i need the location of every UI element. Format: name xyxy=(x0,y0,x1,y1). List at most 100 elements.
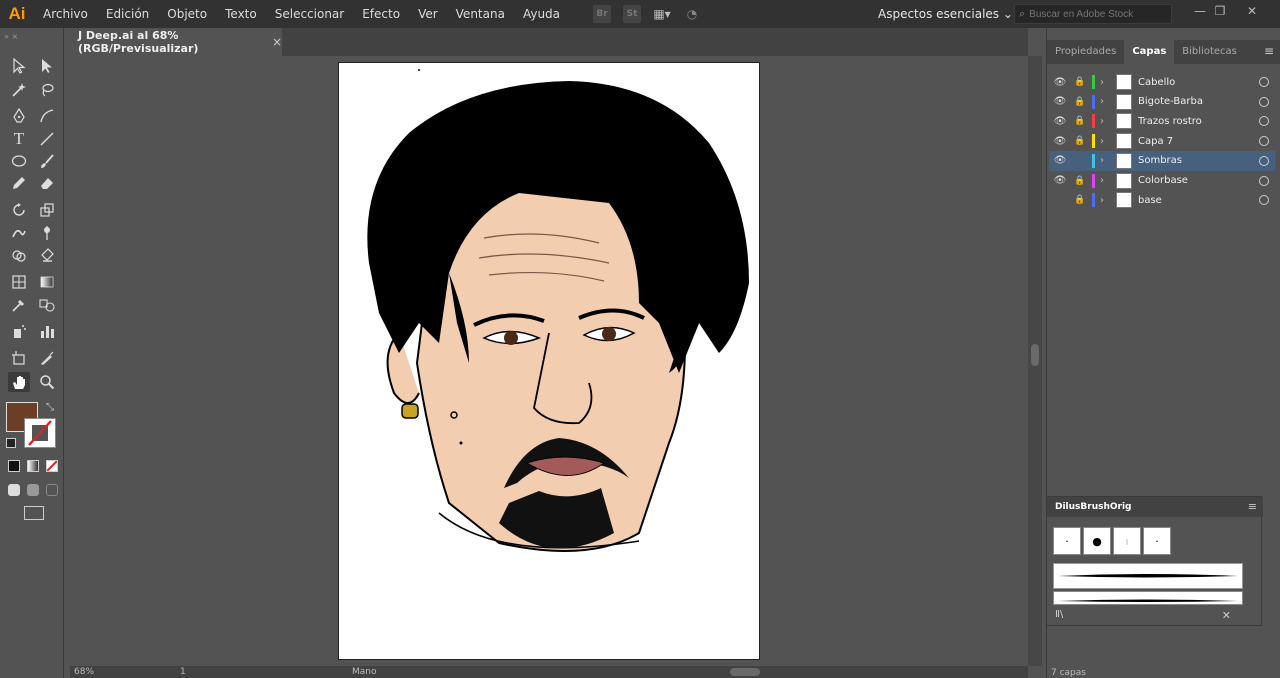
chevron-right-icon[interactable]: › xyxy=(1100,116,1112,127)
chevron-right-icon[interactable]: › xyxy=(1100,96,1112,107)
lock-icon[interactable]: 🔒 xyxy=(1071,97,1089,107)
tab-bibliotecas[interactable]: Bibliotecas xyxy=(1174,40,1245,64)
eraser-tool-icon[interactable] xyxy=(36,173,58,193)
layer-row[interactable]: 👁 🔒 › Colorbase xyxy=(1049,171,1275,191)
layer-row[interactable]: 👁 🔒 › Trazos rostro xyxy=(1049,111,1275,131)
screen-mode-icon[interactable] xyxy=(24,506,44,520)
tab-propiedades[interactable]: Propiedades xyxy=(1047,40,1124,64)
menu-seleccionar[interactable]: Seleccionar xyxy=(266,0,353,28)
live-paint-bucket-icon[interactable] xyxy=(36,246,58,266)
symbol-sprayer-tool-icon[interactable] xyxy=(8,321,30,341)
visibility-icon[interactable]: 👁 xyxy=(1049,77,1071,88)
visibility-icon[interactable]: 👁 xyxy=(1049,116,1071,127)
line-tool-icon[interactable] xyxy=(36,129,58,149)
type-tool-icon[interactable]: T xyxy=(8,129,30,149)
lock-icon[interactable]: 🔒 xyxy=(1071,116,1089,126)
shape-builder-tool-icon[interactable] xyxy=(8,246,30,266)
layer-row[interactable]: 👁 🔒 › Cabello xyxy=(1049,72,1275,92)
artboard-tool-icon[interactable] xyxy=(8,348,30,368)
paintbrush-tool-icon[interactable] xyxy=(36,151,58,171)
scrollbar-thumb[interactable] xyxy=(1031,344,1039,366)
direct-selection-tool-icon[interactable] xyxy=(36,56,58,76)
draw-inside-icon[interactable] xyxy=(46,484,58,496)
visibility-icon[interactable]: 👁 xyxy=(1049,136,1071,147)
lasso-tool-icon[interactable] xyxy=(36,80,58,100)
close-tab-icon[interactable]: × xyxy=(272,35,282,49)
brush-dot-tiny[interactable]: · xyxy=(1143,527,1171,555)
menu-objeto[interactable]: Objeto xyxy=(158,0,216,28)
menu-ver[interactable]: Ver xyxy=(409,0,447,28)
layer-row[interactable]: 👁 🔒 › Bigote-Barba xyxy=(1049,92,1275,112)
lock-icon[interactable]: 🔒 xyxy=(1071,195,1089,205)
bridge-icon[interactable]: Br xyxy=(593,5,612,23)
hand-tool-icon[interactable] xyxy=(8,372,30,392)
layer-name[interactable]: Sombras xyxy=(1138,155,1259,166)
panel-menu-icon[interactable]: ≡ xyxy=(1248,500,1257,513)
draw-behind-icon[interactable] xyxy=(27,484,39,496)
artboard[interactable] xyxy=(338,62,760,660)
blend-tool-icon[interactable] xyxy=(36,295,58,315)
menu-archivo[interactable]: Archivo xyxy=(34,0,97,28)
eyedropper-tool-icon[interactable] xyxy=(8,295,30,315)
artboard-number[interactable]: 1 xyxy=(180,666,186,678)
horizontal-scrollbar-thumb[interactable] xyxy=(730,668,760,676)
gradient-mode-icon[interactable] xyxy=(27,460,39,472)
visibility-icon[interactable]: 👁 xyxy=(1049,96,1071,107)
layer-name[interactable]: Bigote-Barba xyxy=(1138,96,1259,107)
document-tab[interactable]: J Deep.ai al 68% (RGB/Previsualizar) × xyxy=(70,28,282,56)
layer-row[interactable]: 🔒 › base xyxy=(1049,190,1275,210)
swap-colors-icon[interactable]: ⤡ xyxy=(46,402,54,413)
ellipse-tool-icon[interactable] xyxy=(8,151,30,171)
visibility-icon[interactable]: 👁 xyxy=(1049,175,1071,186)
brush-stroke[interactable] xyxy=(1053,591,1243,605)
chevron-right-icon[interactable]: › xyxy=(1100,136,1112,147)
puppet-warp-tool-icon[interactable] xyxy=(36,223,58,243)
scale-tool-icon[interactable] xyxy=(36,200,58,220)
chevron-right-icon[interactable]: › xyxy=(1100,195,1112,206)
zoom-level[interactable]: 68% xyxy=(74,666,94,678)
target-icon[interactable] xyxy=(1259,96,1269,107)
brush-dot-large[interactable]: ● xyxy=(1083,527,1111,555)
zoom-tool-icon[interactable] xyxy=(36,372,58,392)
panel-menu-icon[interactable]: ≡ xyxy=(1264,44,1274,58)
panel-grip-icon[interactable]: » × xyxy=(4,32,60,41)
vertical-scrollbar[interactable] xyxy=(1028,56,1042,666)
color-mode-icon[interactable] xyxy=(8,460,20,472)
target-icon[interactable] xyxy=(1259,195,1269,206)
gradient-tool-icon[interactable] xyxy=(36,272,58,292)
draw-normal-icon[interactable] xyxy=(8,484,20,496)
search-input[interactable] xyxy=(1029,8,1166,20)
layer-name[interactable]: base xyxy=(1138,195,1259,206)
lock-icon[interactable]: 🔒 xyxy=(1071,77,1089,87)
brush-dot-faint[interactable]: ı xyxy=(1113,527,1141,555)
delete-brush-icon[interactable]: ✕ xyxy=(1222,609,1231,622)
menu-edicion[interactable]: Edición xyxy=(97,0,158,28)
gpu-performance-icon[interactable]: ◔ xyxy=(683,5,701,23)
pencil-tool-icon[interactable] xyxy=(8,173,30,193)
brush-stroke-selected[interactable] xyxy=(1053,563,1243,589)
column-graph-tool-icon[interactable] xyxy=(36,321,58,341)
default-colors-icon[interactable] xyxy=(6,438,16,448)
stroke-color-swatch[interactable] xyxy=(24,418,56,448)
target-icon[interactable] xyxy=(1259,77,1269,87)
stock-search[interactable]: ⌕ xyxy=(1014,4,1172,24)
layer-name[interactable]: Cabello xyxy=(1138,77,1259,88)
chevron-right-icon[interactable]: › xyxy=(1100,155,1112,166)
layer-row[interactable]: 👁 › Sombras xyxy=(1049,150,1275,171)
pen-tool-icon[interactable] xyxy=(8,106,30,126)
rotate-tool-icon[interactable] xyxy=(8,200,30,220)
slice-tool-icon[interactable] xyxy=(36,348,58,368)
perspective-grid-tool-icon[interactable] xyxy=(8,272,30,292)
target-icon[interactable] xyxy=(1259,116,1269,127)
layer-name[interactable]: Colorbase xyxy=(1138,175,1259,186)
layer-name[interactable]: Capa 7 xyxy=(1138,136,1259,147)
selection-tool-icon[interactable] xyxy=(8,56,30,76)
layer-name[interactable]: Trazos rostro xyxy=(1138,116,1259,127)
none-mode-icon[interactable] xyxy=(46,460,58,472)
chevron-right-icon[interactable]: › xyxy=(1100,175,1112,186)
canvas-area[interactable] xyxy=(70,56,1028,666)
menu-texto[interactable]: Texto xyxy=(216,0,266,28)
chevron-right-icon[interactable]: › xyxy=(1100,77,1112,88)
brush-dot-small[interactable]: · xyxy=(1053,527,1081,555)
restore-icon[interactable]: ❐ xyxy=(1206,0,1234,22)
